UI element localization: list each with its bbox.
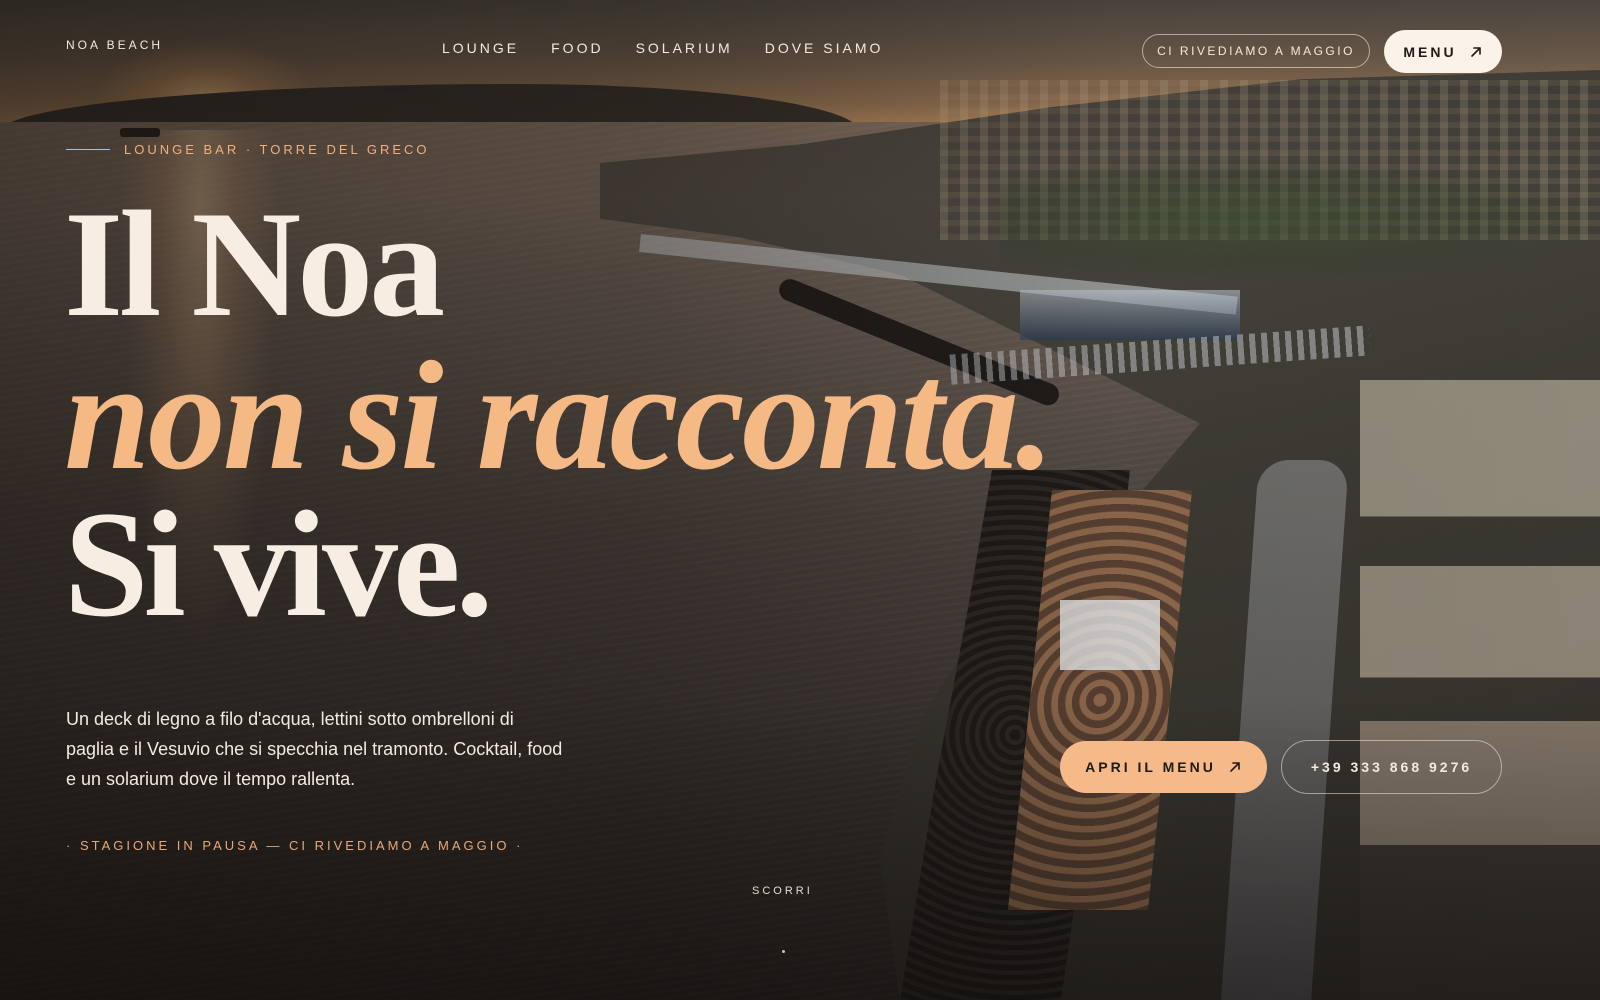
headline-line-1: Il Noa [64, 180, 445, 348]
hero-eyebrow: LOUNGE BAR · TORRE DEL GRECO [66, 142, 430, 157]
season-note: · STAGIONE IN PAUSA — CI RIVEDIAMO A MAG… [66, 838, 524, 853]
nav-item-solarium[interactable]: SOLARIUM [636, 40, 733, 56]
nav-item-dove-siamo[interactable]: DOVE SIAMO [765, 40, 884, 56]
eyebrow-line [66, 149, 110, 150]
arrow-up-right-icon [1470, 46, 1481, 57]
menu-button-label: MENU [1403, 43, 1457, 60]
scroll-indicator-dot [782, 950, 785, 953]
headline-line-2: non si racconta. [64, 329, 1055, 502]
main-nav: LOUNGE FOOD SOLARIUM DOVE SIAMO [442, 40, 883, 56]
phone-button[interactable]: +39 333 868 9276 [1281, 740, 1502, 794]
season-status-pill: CI RIVEDIAMO A MAGGIO [1142, 34, 1370, 68]
menu-button[interactable]: MENU [1384, 30, 1502, 73]
brand-logo[interactable]: NOA BEACH [66, 38, 163, 52]
nav-item-food[interactable]: FOOD [551, 40, 603, 56]
scroll-hint[interactable]: SCORRI [752, 885, 813, 897]
eyebrow-text: LOUNGE BAR · TORRE DEL GRECO [124, 142, 430, 157]
nav-item-lounge[interactable]: LOUNGE [442, 40, 519, 56]
hero-description: Un deck di legno a filo d'acqua, lettini… [66, 709, 563, 789]
season-status-label: CI RIVEDIAMO A MAGGIO [1157, 44, 1355, 58]
phone-number: +39 333 868 9276 [1310, 759, 1473, 775]
open-menu-label: APRI IL MENU [1085, 759, 1216, 775]
arrow-up-right-icon [1230, 762, 1240, 772]
headline-line-3: Si vive. [64, 480, 493, 648]
open-menu-button[interactable]: APRI IL MENU [1060, 741, 1267, 793]
